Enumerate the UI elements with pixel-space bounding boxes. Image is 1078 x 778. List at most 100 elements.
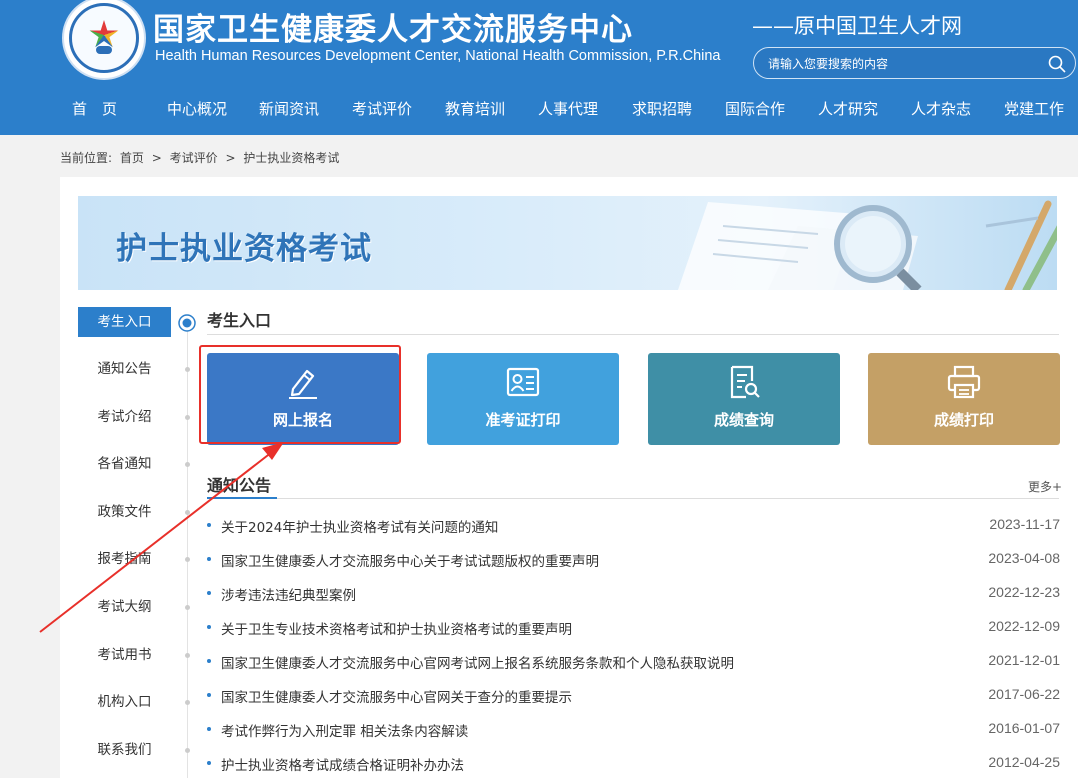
notice-date: 2017-06-22	[988, 686, 1060, 702]
more-notices-link[interactable]: 更多+	[1028, 478, 1062, 495]
notice-title[interactable]: 涉考违法违纪典型案例	[221, 584, 356, 604]
banner-illustration	[678, 200, 1057, 290]
search-input[interactable]	[766, 53, 1040, 75]
score-query-button[interactable]: 成绩查询	[648, 353, 840, 445]
sidebar-dot	[185, 700, 190, 705]
nav-item-home[interactable]: 首 页	[72, 98, 117, 119]
sidebar-dot	[185, 462, 190, 467]
notices-section-heading: 通知公告	[207, 476, 272, 495]
nav-item-personnel-agency[interactable]: 人事代理	[538, 98, 598, 119]
page-title: 护士执业资格考试	[116, 231, 372, 267]
notice-item[interactable]: 涉考违法违纪典型案例 2022-12-23	[207, 584, 1060, 604]
nav-item-training[interactable]: 教育培训	[445, 98, 505, 119]
notices-section-underline	[207, 498, 1059, 499]
notice-item[interactable]: 护士执业资格考试成绩合格证明补办办法 2012-04-25	[207, 754, 1060, 774]
notice-date: 2022-12-09	[988, 618, 1060, 634]
sidebar-dot	[185, 748, 190, 753]
sidebar-item-institution-entry[interactable]: 机构入口	[78, 687, 171, 717]
sidebar-dot	[185, 367, 190, 372]
sidebar-item-contact-us[interactable]: 联系我们	[78, 735, 171, 765]
tile-label: 成绩查询	[713, 411, 774, 429]
nav-item-magazine[interactable]: 人才杂志	[911, 98, 971, 119]
notice-date: 2012-04-25	[988, 754, 1060, 770]
main-nav: 首 页 中心概况 新闻资讯 考试评价 教育培训 人事代理 求职招聘 国际合作 人…	[0, 92, 1078, 128]
notice-item[interactable]: 国家卫生健康委人才交流服务中心关于考试试题版权的重要声明 2023-04-08	[207, 550, 1060, 570]
nav-item-party[interactable]: 党建工作	[1004, 98, 1064, 119]
notice-title[interactable]: 考试作弊行为入刑定罪 相关法条内容解读	[221, 720, 468, 740]
bullet-icon	[207, 625, 211, 629]
id-card-icon	[506, 367, 540, 397]
printer-icon	[947, 365, 981, 399]
nav-item-international[interactable]: 国际合作	[725, 98, 785, 119]
notices-section-underline-accent	[207, 497, 277, 499]
score-print-button[interactable]: 成绩打印	[868, 353, 1060, 445]
notice-item[interactable]: 关于卫生专业技术资格考试和护士执业资格考试的重要声明 2022-12-09	[207, 618, 1060, 638]
bullet-icon	[207, 761, 211, 765]
notice-date: 2023-04-08	[988, 550, 1060, 566]
notice-date: 2022-12-23	[988, 584, 1060, 600]
logo-emblem-icon	[69, 3, 139, 73]
nav-item-jobs[interactable]: 求职招聘	[632, 98, 692, 119]
highlight-annotation-box	[199, 345, 401, 444]
notice-title[interactable]: 国家卫生健康委人才交流服务中心官网关于查分的重要提示	[221, 686, 572, 706]
notice-title[interactable]: 国家卫生健康委人才交流服务中心官网考试网上报名系统服务条款和个人隐私获取说明	[221, 652, 734, 672]
breadcrumb-prefix: 当前位置:	[60, 151, 113, 165]
sidebar-dot	[185, 510, 190, 515]
notice-date: 2021-12-01	[988, 652, 1060, 668]
notice-title[interactable]: 国家卫生健康委人才交流服务中心关于考试试题版权的重要声明	[221, 550, 599, 570]
breadcrumb-home[interactable]: 首页	[120, 151, 144, 165]
tile-label: 准考证打印	[485, 411, 561, 429]
breadcrumb: 当前位置: 首页 > 考试评价 > 护士执业资格考试	[60, 149, 343, 166]
sidebar-item-policy-documents[interactable]: 政策文件	[78, 497, 171, 527]
document-search-icon	[730, 365, 760, 399]
site-title: 国家卫生健康委人才交流服务中心	[153, 12, 633, 48]
nav-item-about[interactable]: 中心概况	[167, 98, 227, 119]
notice-item[interactable]: 考试作弊行为入刑定罪 相关法条内容解读 2016-01-07	[207, 720, 1060, 740]
site-subtitle: ——原中国卫生人才网	[752, 14, 962, 38]
sidebar-dot	[185, 653, 190, 658]
bullet-icon	[207, 591, 211, 595]
notice-item[interactable]: 国家卫生健康委人才交流服务中心官网关于查分的重要提示 2017-06-22	[207, 686, 1060, 706]
breadcrumb-exams[interactable]: 考试评价	[170, 151, 218, 165]
entry-section-heading: 考生入口	[207, 311, 272, 330]
notice-date: 2016-01-07	[988, 720, 1060, 736]
sidebar-item-provincial-notices[interactable]: 各省通知	[78, 449, 171, 479]
sidebar-item-candidate-entry[interactable]: 考生入口	[78, 307, 171, 337]
nav-item-news[interactable]: 新闻资讯	[259, 98, 319, 119]
sidebar-item-notices[interactable]: 通知公告	[78, 354, 171, 384]
sidebar-dot	[185, 415, 190, 420]
site-title-english: Health Human Resources Development Cente…	[155, 48, 721, 64]
nav-item-research[interactable]: 人才研究	[818, 98, 878, 119]
notice-item[interactable]: 关于2024年护士执业资格考试有关问题的通知 2023-11-17	[207, 516, 1060, 536]
bullet-icon	[207, 557, 211, 561]
bullet-icon	[207, 727, 211, 731]
page-banner: 护士执业资格考试	[78, 196, 1057, 290]
active-marker-icon	[178, 314, 196, 332]
notice-date: 2023-11-17	[989, 516, 1060, 532]
sidebar-item-exam-intro[interactable]: 考试介绍	[78, 402, 171, 432]
notice-title[interactable]: 关于卫生专业技术资格考试和护士执业资格考试的重要声明	[221, 618, 572, 638]
sidebar-item-exam-books[interactable]: 考试用书	[78, 640, 171, 670]
notice-title[interactable]: 护士执业资格考试成绩合格证明补办办法	[221, 754, 464, 774]
sidebar-dot	[185, 605, 190, 610]
bullet-icon	[207, 693, 211, 697]
bullet-icon	[207, 523, 211, 527]
breadcrumb-separator: >	[225, 151, 236, 165]
sidebar-item-exam-syllabus[interactable]: 考试大纲	[78, 592, 171, 622]
admission-ticket-print-button[interactable]: 准考证打印	[427, 353, 619, 445]
search-box	[753, 47, 1076, 79]
breadcrumb-current: 护士执业资格考试	[243, 151, 340, 165]
notice-title[interactable]: 关于2024年护士执业资格考试有关问题的通知	[221, 516, 498, 536]
search-icon[interactable]	[1047, 54, 1067, 74]
site-logo[interactable]	[62, 0, 146, 80]
sidebar-divider	[187, 315, 188, 778]
sidebar-item-registration-guide[interactable]: 报考指南	[78, 544, 171, 574]
bullet-icon	[207, 659, 211, 663]
breadcrumb-separator: >	[151, 151, 162, 165]
sidebar-dot	[185, 557, 190, 562]
tile-label: 成绩打印	[933, 411, 994, 429]
notice-item[interactable]: 国家卫生健康委人才交流服务中心官网考试网上报名系统服务条款和个人隐私获取说明 2…	[207, 652, 1060, 672]
site-header: 国家卫生健康委人才交流服务中心 Health Human Resources D…	[0, 0, 1078, 135]
nav-item-exams[interactable]: 考试评价	[352, 98, 412, 119]
entry-section-underline	[207, 334, 1059, 335]
